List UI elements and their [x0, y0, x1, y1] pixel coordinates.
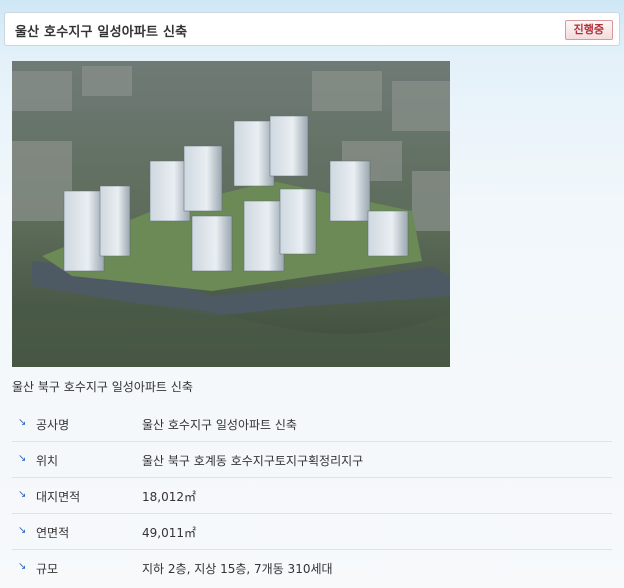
- info-label: 대지면적: [36, 490, 81, 504]
- info-label: 연면적: [36, 526, 70, 540]
- page-title: 울산 호수지구 일성아파트 신축: [15, 25, 188, 40]
- info-row: ↘ 규모 지하 2층, 지상 15층, 7개동 310세대: [12, 550, 612, 585]
- info-value: 울산 북구 호계동 호수지구토지구획정리지구: [142, 454, 364, 468]
- project-rendering-image: [12, 61, 450, 367]
- info-label: 규모: [36, 562, 59, 576]
- bullet-icon: ↘: [18, 525, 27, 536]
- status-badge: 진행중: [564, 20, 613, 40]
- info-row: ↘ 대지면적 18,012㎡: [12, 478, 612, 514]
- info-label: 공사명: [36, 418, 70, 432]
- project-header: 울산 호수지구 일성아파트 신축 진행중: [4, 12, 620, 46]
- project-info-table: ↘ 공사명 울산 호수지구 일성아파트 신축 ↘ 위치 울산 북구 호계동 호수…: [12, 406, 612, 585]
- info-row: ↘ 공사명 울산 호수지구 일성아파트 신축: [12, 406, 612, 442]
- bullet-icon: ↘: [18, 417, 27, 428]
- info-value: 울산 호수지구 일성아파트 신축: [142, 418, 297, 432]
- photo-caption: 울산 북구 호수지구 일성아파트 신축: [12, 380, 193, 394]
- bullet-icon: ↘: [18, 561, 27, 572]
- info-value: 18,012㎡: [142, 490, 196, 504]
- info-value: 지하 2층, 지상 15층, 7개동 310세대: [142, 562, 333, 576]
- bullet-icon: ↘: [18, 453, 27, 464]
- info-value: 49,011㎡: [142, 526, 196, 540]
- info-row: ↘ 연면적 49,011㎡: [12, 514, 612, 550]
- bullet-icon: ↘: [18, 489, 27, 500]
- info-row: ↘ 위치 울산 북구 호계동 호수지구토지구획정리지구: [12, 442, 612, 478]
- info-label: 위치: [36, 454, 59, 468]
